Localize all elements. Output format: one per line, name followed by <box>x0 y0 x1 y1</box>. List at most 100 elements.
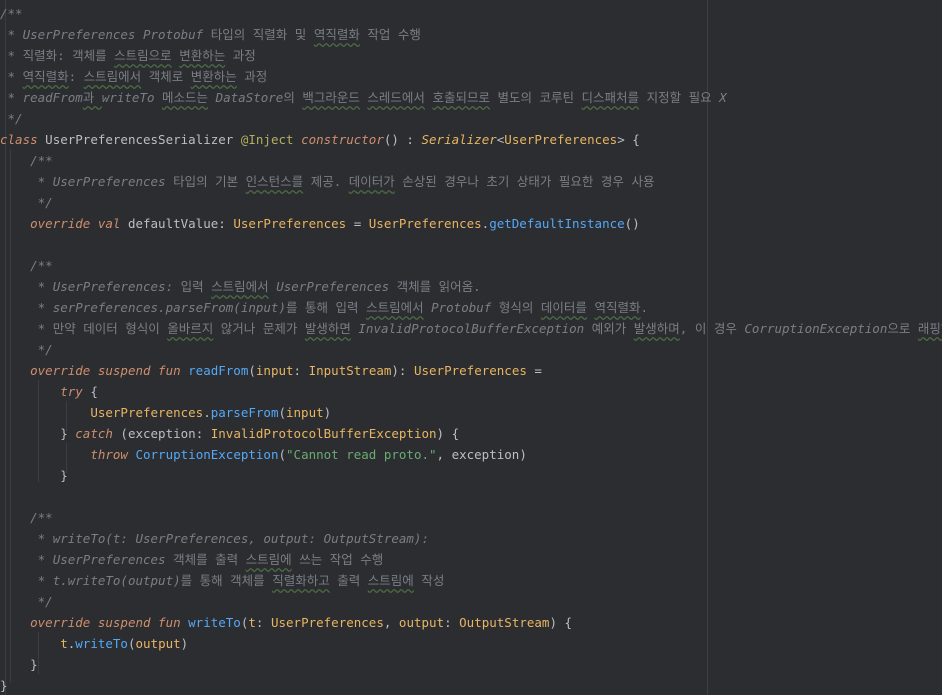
code-token: writeTo(t: UserPreferences, output: Outp… <box>52 531 429 546</box>
code-token: writeTo <box>188 615 241 630</box>
code-line[interactable]: * t.writeTo(output)를 통해 객체를 직렬화하고 출력 스트림… <box>0 570 942 591</box>
code-token: 스트림에 <box>367 573 414 588</box>
code-token: , exception) <box>436 447 527 462</box>
code-token: "Cannot read proto." <box>286 447 437 462</box>
code-token: Protobuf <box>431 300 492 315</box>
code-token: * <box>0 48 23 63</box>
code-token: * <box>0 300 53 315</box>
code-token: override val <box>30 216 121 231</box>
code-line[interactable]: * readFrom과 writeTo 메소드는 DataStore의 백그라운… <box>0 87 942 108</box>
code-token: UserPreferences <box>270 615 384 630</box>
code-token: } <box>0 426 76 441</box>
code-token: ): <box>391 363 414 378</box>
code-token: 메소드는 <box>162 90 209 105</box>
code-token: ( <box>127 636 136 651</box>
code-token: 손상된 경우나 초기 상태가 필요한 경우 사용 <box>394 174 655 189</box>
code-token: 출력 <box>329 573 368 588</box>
code-token: 제공. <box>303 174 349 189</box>
code-token: 타입의 기본 <box>165 174 246 189</box>
code-line[interactable]: /** <box>0 3 942 24</box>
code-line[interactable]: */ <box>0 339 942 360</box>
code-token: InvalidProtocolBufferException <box>358 321 585 336</box>
code-token: */ <box>0 195 53 210</box>
code-line[interactable]: * serPreferences.parseFrom(input)를 통해 입력… <box>0 297 942 318</box>
code-line[interactable]: override val defaultValue: UserPreferenc… <box>0 213 942 234</box>
code-token: 직렬화하고 <box>272 573 330 588</box>
code-token: 스트림으로 <box>114 48 172 63</box>
code-line[interactable]: t.writeTo(output) <box>0 633 942 654</box>
code-token: 과 <box>82 90 102 105</box>
code-token: input <box>255 363 294 378</box>
code-line[interactable]: * UserPreferences 타입의 기본 인스턴스를 제공. 데이터가 … <box>0 171 942 192</box>
code-token: 작성 <box>413 573 445 588</box>
code-line[interactable]: * UserPreferences: 입력 스트림에서 UserPreferen… <box>0 276 942 297</box>
code-line[interactable]: UserPreferences.parseFrom(input) <box>0 402 942 423</box>
code-token: CorruptionException <box>135 447 279 462</box>
code-token: 스트림에 <box>245 552 292 567</box>
code-line[interactable]: * 역직렬화: 스트림에서 객체로 변환하는 과정 <box>0 66 942 87</box>
code-token: 만약 데이터 형식이 <box>52 321 168 336</box>
code-line[interactable] <box>0 486 942 507</box>
code-line[interactable]: throw CorruptionException("Cannot read p… <box>0 444 942 465</box>
code-token: 예외가 <box>584 321 634 336</box>
code-token: } <box>0 657 38 672</box>
code-token: () : <box>383 132 422 147</box>
code-token: readFrom <box>188 363 249 378</box>
code-line[interactable]: */ <box>0 591 942 612</box>
code-line[interactable]: /** <box>0 150 942 171</box>
code-token: 타입의 직렬화 및 <box>203 27 314 42</box>
code-line[interactable]: } <box>0 654 942 675</box>
code-token: * <box>0 573 53 588</box>
code-line[interactable]: } <box>0 675 942 695</box>
code-token: * <box>0 321 53 336</box>
code-line[interactable]: } <box>0 465 942 486</box>
code-token: UserPreferences Protobuf <box>22 27 204 42</box>
code-line[interactable]: */ <box>0 192 942 213</box>
code-line[interactable]: class UserPreferencesSerializer @Inject … <box>0 129 942 150</box>
code-token: 입력 <box>173 279 212 294</box>
code-token: * <box>0 279 53 294</box>
code-line[interactable]: * writeTo(t: UserPreferences, output: Ou… <box>0 528 942 549</box>
code-token: UserPreferences <box>52 552 166 567</box>
code-token: /** <box>0 153 53 168</box>
code-token: ( <box>278 447 287 462</box>
code-line[interactable]: */ <box>0 108 942 129</box>
code-token: output <box>398 615 445 630</box>
code-line[interactable]: * 직렬화: 객체를 스트림으로 변환하는 과정 <box>0 45 942 66</box>
code-token: 객체를 읽어옴. <box>389 279 481 294</box>
code-line[interactable]: try { <box>0 381 942 402</box>
code-line[interactable]: override suspend fun readFrom(input: Inp… <box>0 360 942 381</box>
code-token: { <box>82 384 98 399</box>
code-area[interactable]: /** * UserPreferences Protobuf 타입의 직렬화 및… <box>0 3 942 695</box>
code-token: . <box>203 405 211 420</box>
code-line[interactable]: /** <box>0 507 942 528</box>
code-token: DataStore <box>215 90 284 105</box>
code-token: serPreferences.parseFrom(input) <box>52 300 286 315</box>
code-token: , <box>383 615 399 630</box>
code-token: 디스패처를 <box>581 90 640 105</box>
code-token: : <box>68 69 84 84</box>
code-line[interactable] <box>0 234 942 255</box>
code-token: 인스턴스를 <box>245 174 304 189</box>
code-line[interactable]: } catch (exception: InvalidProtocolBuffe… <box>0 423 942 444</box>
code-line[interactable]: override suspend fun writeTo(t: UserPref… <box>0 612 942 633</box>
code-line[interactable]: * UserPreferences Protobuf 타입의 직렬화 및 역직렬… <box>0 24 942 45</box>
code-line[interactable]: * 만약 데이터 형식이 올바르지 않거나 문제가 발생하면 InvalidPr… <box>0 318 942 339</box>
code-line[interactable]: * UserPreferences 객체를 출력 스트림에 쓰는 작업 수행 <box>0 549 942 570</box>
code-token: defaultValue: <box>120 216 234 231</box>
code-token: override suspend fun <box>30 363 181 378</box>
code-token: UserPreferencesSerializer <box>37 132 241 147</box>
code-token: X <box>719 90 727 105</box>
code-token: * <box>0 552 53 567</box>
code-token: (exception: <box>112 426 211 441</box>
code-line[interactable]: /** <box>0 255 942 276</box>
code-editor[interactable]: /** * UserPreferences Protobuf 타입의 직렬화 및… <box>0 0 942 695</box>
code-token: * <box>0 531 53 546</box>
code-token: 쓰는 작업 수행 <box>291 552 384 567</box>
code-token: UserPreferences <box>504 132 618 147</box>
